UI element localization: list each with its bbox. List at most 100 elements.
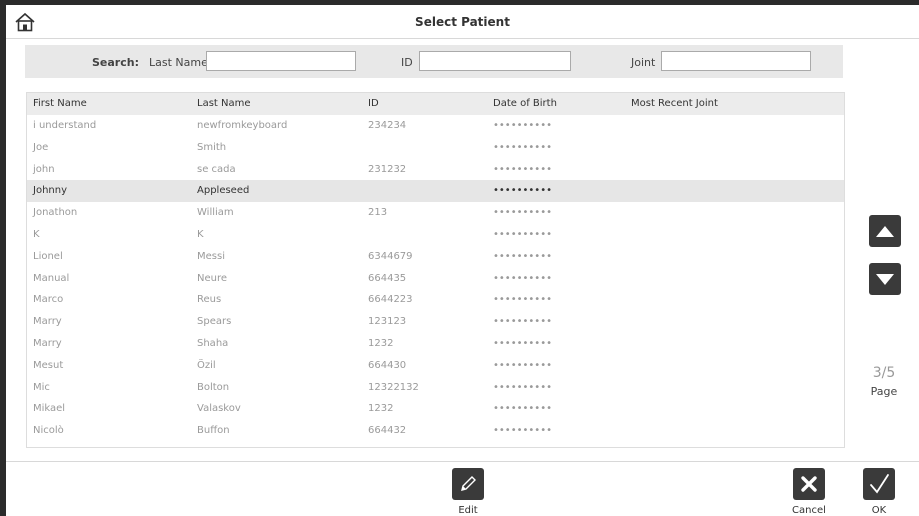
table-row[interactable]: Joe Smith •••••••••• (27, 137, 844, 159)
table-header: First Name Last Name ID Date of Birth Mo… (27, 93, 844, 115)
first-name-cell: Mikael (33, 403, 66, 415)
first-name-cell: Johnny (33, 185, 67, 197)
id-cell: 213 (368, 207, 388, 219)
ok-label: OK (871, 505, 887, 516)
edit-label: Edit (458, 505, 478, 516)
date-of-birth-cell: •••••••••• (493, 403, 552, 415)
table-row[interactable]: john se cada 231232 •••••••••• (27, 159, 844, 181)
column-header-date-of-birth[interactable]: Date of Birth (493, 98, 557, 109)
table-row[interactable]: Johnny Appleseed •••••••••• (27, 180, 844, 203)
column-header-id[interactable]: ID (368, 98, 379, 109)
id-cell: 123123 (368, 316, 407, 328)
date-of-birth-cell: •••••••••• (493, 381, 552, 393)
pencil-icon (461, 476, 476, 491)
last-name-cell: K (197, 228, 204, 240)
id-cell: 664432 (368, 425, 407, 437)
last-name-cell: Smith (197, 141, 227, 153)
date-of-birth-cell: •••••••••• (493, 120, 552, 131)
first-name-cell: john (33, 163, 55, 175)
column-header-last-name[interactable]: Last Name (197, 98, 251, 109)
id-cell: 231232 (368, 163, 407, 175)
joint-input[interactable] (661, 51, 811, 71)
table-row[interactable]: Lionel Messi 6344679 •••••••••• (27, 246, 844, 268)
id-cell: 1232 (368, 337, 394, 349)
last-name-cell: Shaha (197, 337, 229, 349)
id-cell: 6644223 (368, 294, 413, 306)
table-row[interactable]: i understand newfromkeyboard 234234 •••••••… (27, 115, 844, 137)
last-name-cell: Reus (197, 294, 222, 306)
last-name-label: Last Name (149, 56, 208, 69)
id-cell: 1232 (368, 403, 394, 415)
x-icon (801, 476, 817, 492)
last-name-cell: Messi (197, 250, 225, 262)
first-name-cell: Marry (33, 337, 62, 349)
last-name-cell: Neure (197, 272, 228, 284)
id-input[interactable] (419, 51, 571, 71)
first-name-cell: Nicolò (33, 425, 64, 437)
page-number: 3/5 (872, 365, 896, 381)
table-row[interactable]: Marco Reus 6644223 •••••••••• (27, 289, 844, 311)
last-name-cell: se cada (197, 163, 236, 175)
table-row[interactable]: Nicolò Buffon 664432 •••••••••• (27, 420, 844, 442)
cancel-button[interactable] (793, 468, 825, 500)
last-name-cell: Buffon (197, 425, 230, 437)
table-body: i understand newfromkeyboard 234234 •••••••… (27, 115, 844, 442)
first-name-cell: Mic (33, 381, 50, 393)
last-name-cell: Valaskov (197, 403, 241, 415)
joint-label: Joint (631, 56, 656, 69)
date-of-birth-cell: •••••••••• (493, 294, 552, 306)
column-header-most-recent-joint[interactable]: Most Recent Joint (631, 98, 718, 109)
last-name-cell: Appleseed (197, 185, 250, 197)
first-name-cell: Lionel (33, 250, 63, 262)
patient-table: First Name Last Name ID Date of Birth Mo… (26, 92, 845, 448)
last-name-cell: newfromkeyboard (197, 120, 288, 131)
date-of-birth-cell: •••••••••• (493, 272, 552, 284)
first-name-cell: Jonathon (33, 207, 78, 219)
id-label: ID (401, 56, 413, 69)
search-label: Search: (92, 56, 139, 69)
first-name-cell: Mesut (33, 359, 64, 371)
page-label: Page (870, 385, 898, 398)
last-name-cell: William (197, 207, 234, 219)
first-name-cell: i understand (33, 120, 97, 131)
check-icon (870, 474, 889, 494)
table-row[interactable]: K K •••••••••• (27, 224, 844, 246)
date-of-birth-cell: •••••••••• (493, 316, 552, 328)
last-name-cell: Spears (197, 316, 232, 328)
page-down-button[interactable] (869, 263, 901, 295)
date-of-birth-cell: •••••••••• (493, 141, 552, 153)
table-row[interactable]: Manual Neure 664435 •••••••••• (27, 268, 844, 290)
edit-button[interactable] (452, 468, 484, 500)
id-cell: 664430 (368, 359, 407, 371)
date-of-birth-cell: •••••••••• (493, 425, 552, 437)
ok-button[interactable] (863, 468, 895, 500)
first-name-cell: Joe (33, 141, 49, 153)
search-bar: Search: Last Name ID Joint (25, 45, 843, 78)
table-row[interactable]: Mikael Valaskov 1232 •••••••••• (27, 398, 844, 420)
id-cell: 12322132 (368, 381, 419, 393)
date-of-birth-cell: •••••••••• (493, 185, 552, 197)
date-of-birth-cell: •••••••••• (493, 250, 552, 262)
title-bar: Select Patient (6, 5, 919, 39)
id-cell: 6344679 (368, 250, 413, 262)
date-of-birth-cell: •••••••••• (493, 359, 552, 371)
last-name-input[interactable] (206, 51, 356, 71)
column-header-first-name[interactable]: First Name (33, 98, 87, 109)
date-of-birth-cell: •••••••••• (493, 228, 552, 240)
cancel-label: Cancel (792, 505, 826, 516)
first-name-cell: Marco (33, 294, 64, 306)
footer-toolbar: Edit Cancel OK (6, 461, 919, 516)
table-row[interactable]: Marry Shaha 1232 •••••••••• (27, 333, 844, 355)
last-name-cell: Özil (197, 359, 216, 371)
table-row[interactable]: Mic Bolton 12322132 •••••••••• (27, 377, 844, 399)
table-row[interactable]: Mesut Özil 664430 •••••••••• (27, 355, 844, 377)
first-name-cell: K (33, 228, 40, 240)
arrow-up-icon (876, 226, 894, 237)
first-name-cell: Manual (33, 272, 70, 284)
table-row[interactable]: Jonathon William 213 •••••••••• (27, 202, 844, 224)
first-name-cell: Marry (33, 316, 62, 328)
page-up-button[interactable] (869, 215, 901, 247)
date-of-birth-cell: •••••••••• (493, 337, 552, 349)
id-cell: 664435 (368, 272, 407, 284)
table-row[interactable]: Marry Spears 123123 •••••••••• (27, 311, 844, 333)
